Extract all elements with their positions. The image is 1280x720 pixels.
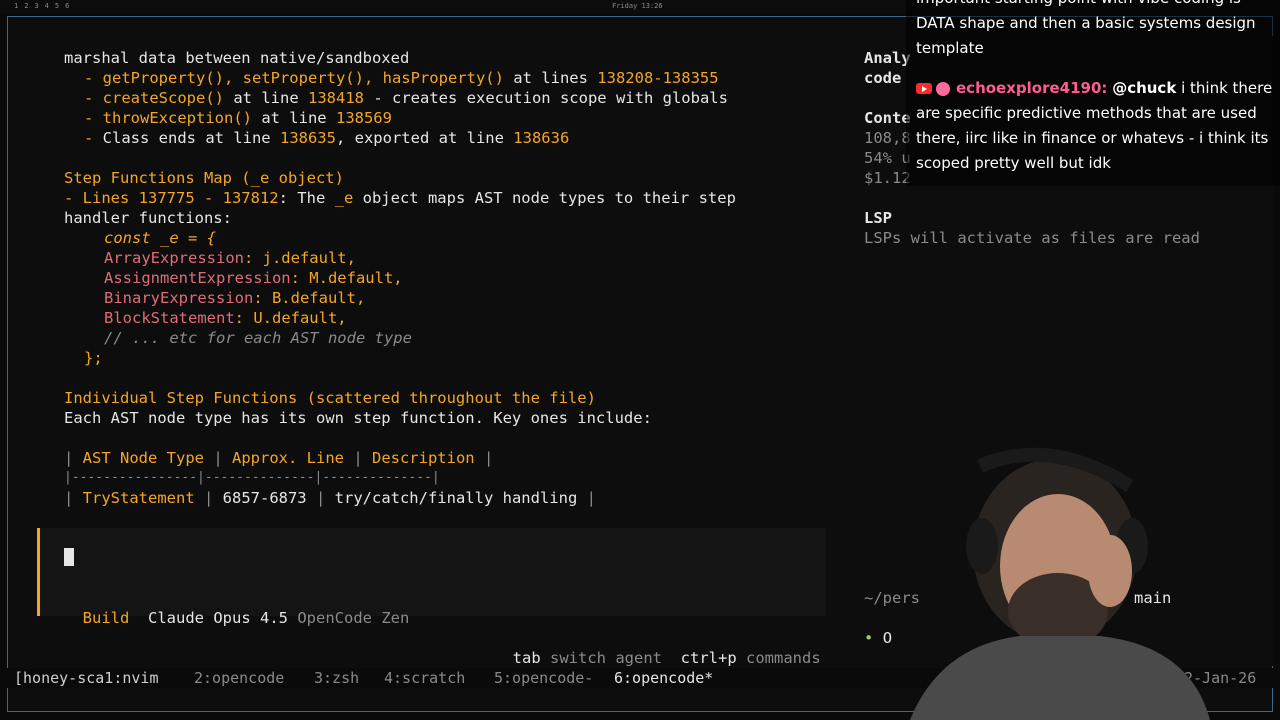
- context-percent: 54% u: [864, 149, 911, 167]
- tmux-window-3[interactable]: 3:zsh: [314, 668, 359, 688]
- code-line: BinaryExpression: B.default,: [104, 289, 366, 307]
- provider-label: OpenCode Zen: [297, 609, 410, 627]
- stream-chat-overlay: important starting point with vibe codin…: [906, 0, 1280, 186]
- table-row: | TryStatement | 6857-6873 | try/catch/f…: [64, 489, 596, 507]
- mode-label[interactable]: Build: [83, 609, 130, 627]
- tmux-window-4[interactable]: 4:scratch: [384, 668, 465, 688]
- workspace-indicators[interactable]: 123456: [14, 2, 75, 10]
- bullet-line: - createScope() at line 138418 - creates…: [84, 89, 728, 107]
- chat-username: echoexplore4190:: [956, 79, 1108, 97]
- tmux-window-5[interactable]: 5:opencode-: [494, 668, 593, 688]
- chat-message: echoexplore4190: @chuck i think there ar…: [916, 76, 1278, 176]
- lsp-title: LSP: [864, 209, 892, 227]
- table-separator: |----------------|--------------|-------…: [64, 470, 440, 485]
- text-line: handler functions:: [64, 209, 232, 227]
- code-line: AssignmentExpression: M.default,: [104, 269, 403, 287]
- text-line: marshal data between native/sandboxed: [64, 49, 410, 67]
- code-line: BlockStatement: U.default,: [104, 309, 347, 327]
- tmux-window-1[interactable]: [honey-sca1:nvim: [14, 668, 159, 688]
- analysis-title: Analy: [864, 49, 911, 67]
- text-line: - Lines 137775 - 137812: The _e object m…: [64, 189, 736, 207]
- section-heading: Individual Step Functions (scattered thr…: [64, 389, 596, 407]
- context-cost: $1.12: [864, 169, 911, 187]
- prompt-status: Build Claude Opus 4.5 OpenCode Zen: [64, 588, 410, 627]
- text-cursor: [64, 548, 74, 566]
- text-line: Each AST node type has its own step func…: [64, 409, 652, 427]
- clock: Friday 13:26: [612, 2, 663, 10]
- chat-message-previous: important starting point with vibe codin…: [916, 0, 1256, 57]
- bullet-line: - getProperty(), setProperty(), hasPrope…: [84, 69, 719, 87]
- bullet-line: - throwException() at line 138569: [84, 109, 392, 127]
- webcam-overlay: [870, 446, 1220, 720]
- code-line: };: [84, 349, 103, 367]
- youtube-icon: [916, 83, 932, 94]
- code-comment: // ... etc for each AST node type: [104, 329, 412, 347]
- chat-mention: @chuck: [1112, 79, 1177, 97]
- context-title: Conte: [864, 109, 911, 127]
- user-badge-icon: [936, 81, 950, 96]
- bullet-line: - Class ends at line 138635, exported at…: [84, 129, 570, 147]
- section-heading: Step Functions Map (_e object): [64, 169, 344, 187]
- tmux-window-2[interactable]: 2:opencode: [194, 668, 284, 688]
- keyboard-hints: tab switch agent ctrl+p commands: [512, 649, 821, 667]
- analysis-title-2: code: [864, 69, 902, 87]
- context-tokens: 108,8: [864, 129, 911, 147]
- table-header: | AST Node Type | Approx. Line | Descrip…: [64, 449, 494, 467]
- code-line: ArrayExpression: j.default,: [104, 249, 356, 267]
- tmux-window-6[interactable]: 6:opencode*: [614, 668, 713, 688]
- lsp-text: LSPs will activate as files are read: [864, 229, 1200, 247]
- code-line: const _e = {: [104, 229, 216, 247]
- model-label[interactable]: Claude Opus 4.5: [148, 609, 288, 627]
